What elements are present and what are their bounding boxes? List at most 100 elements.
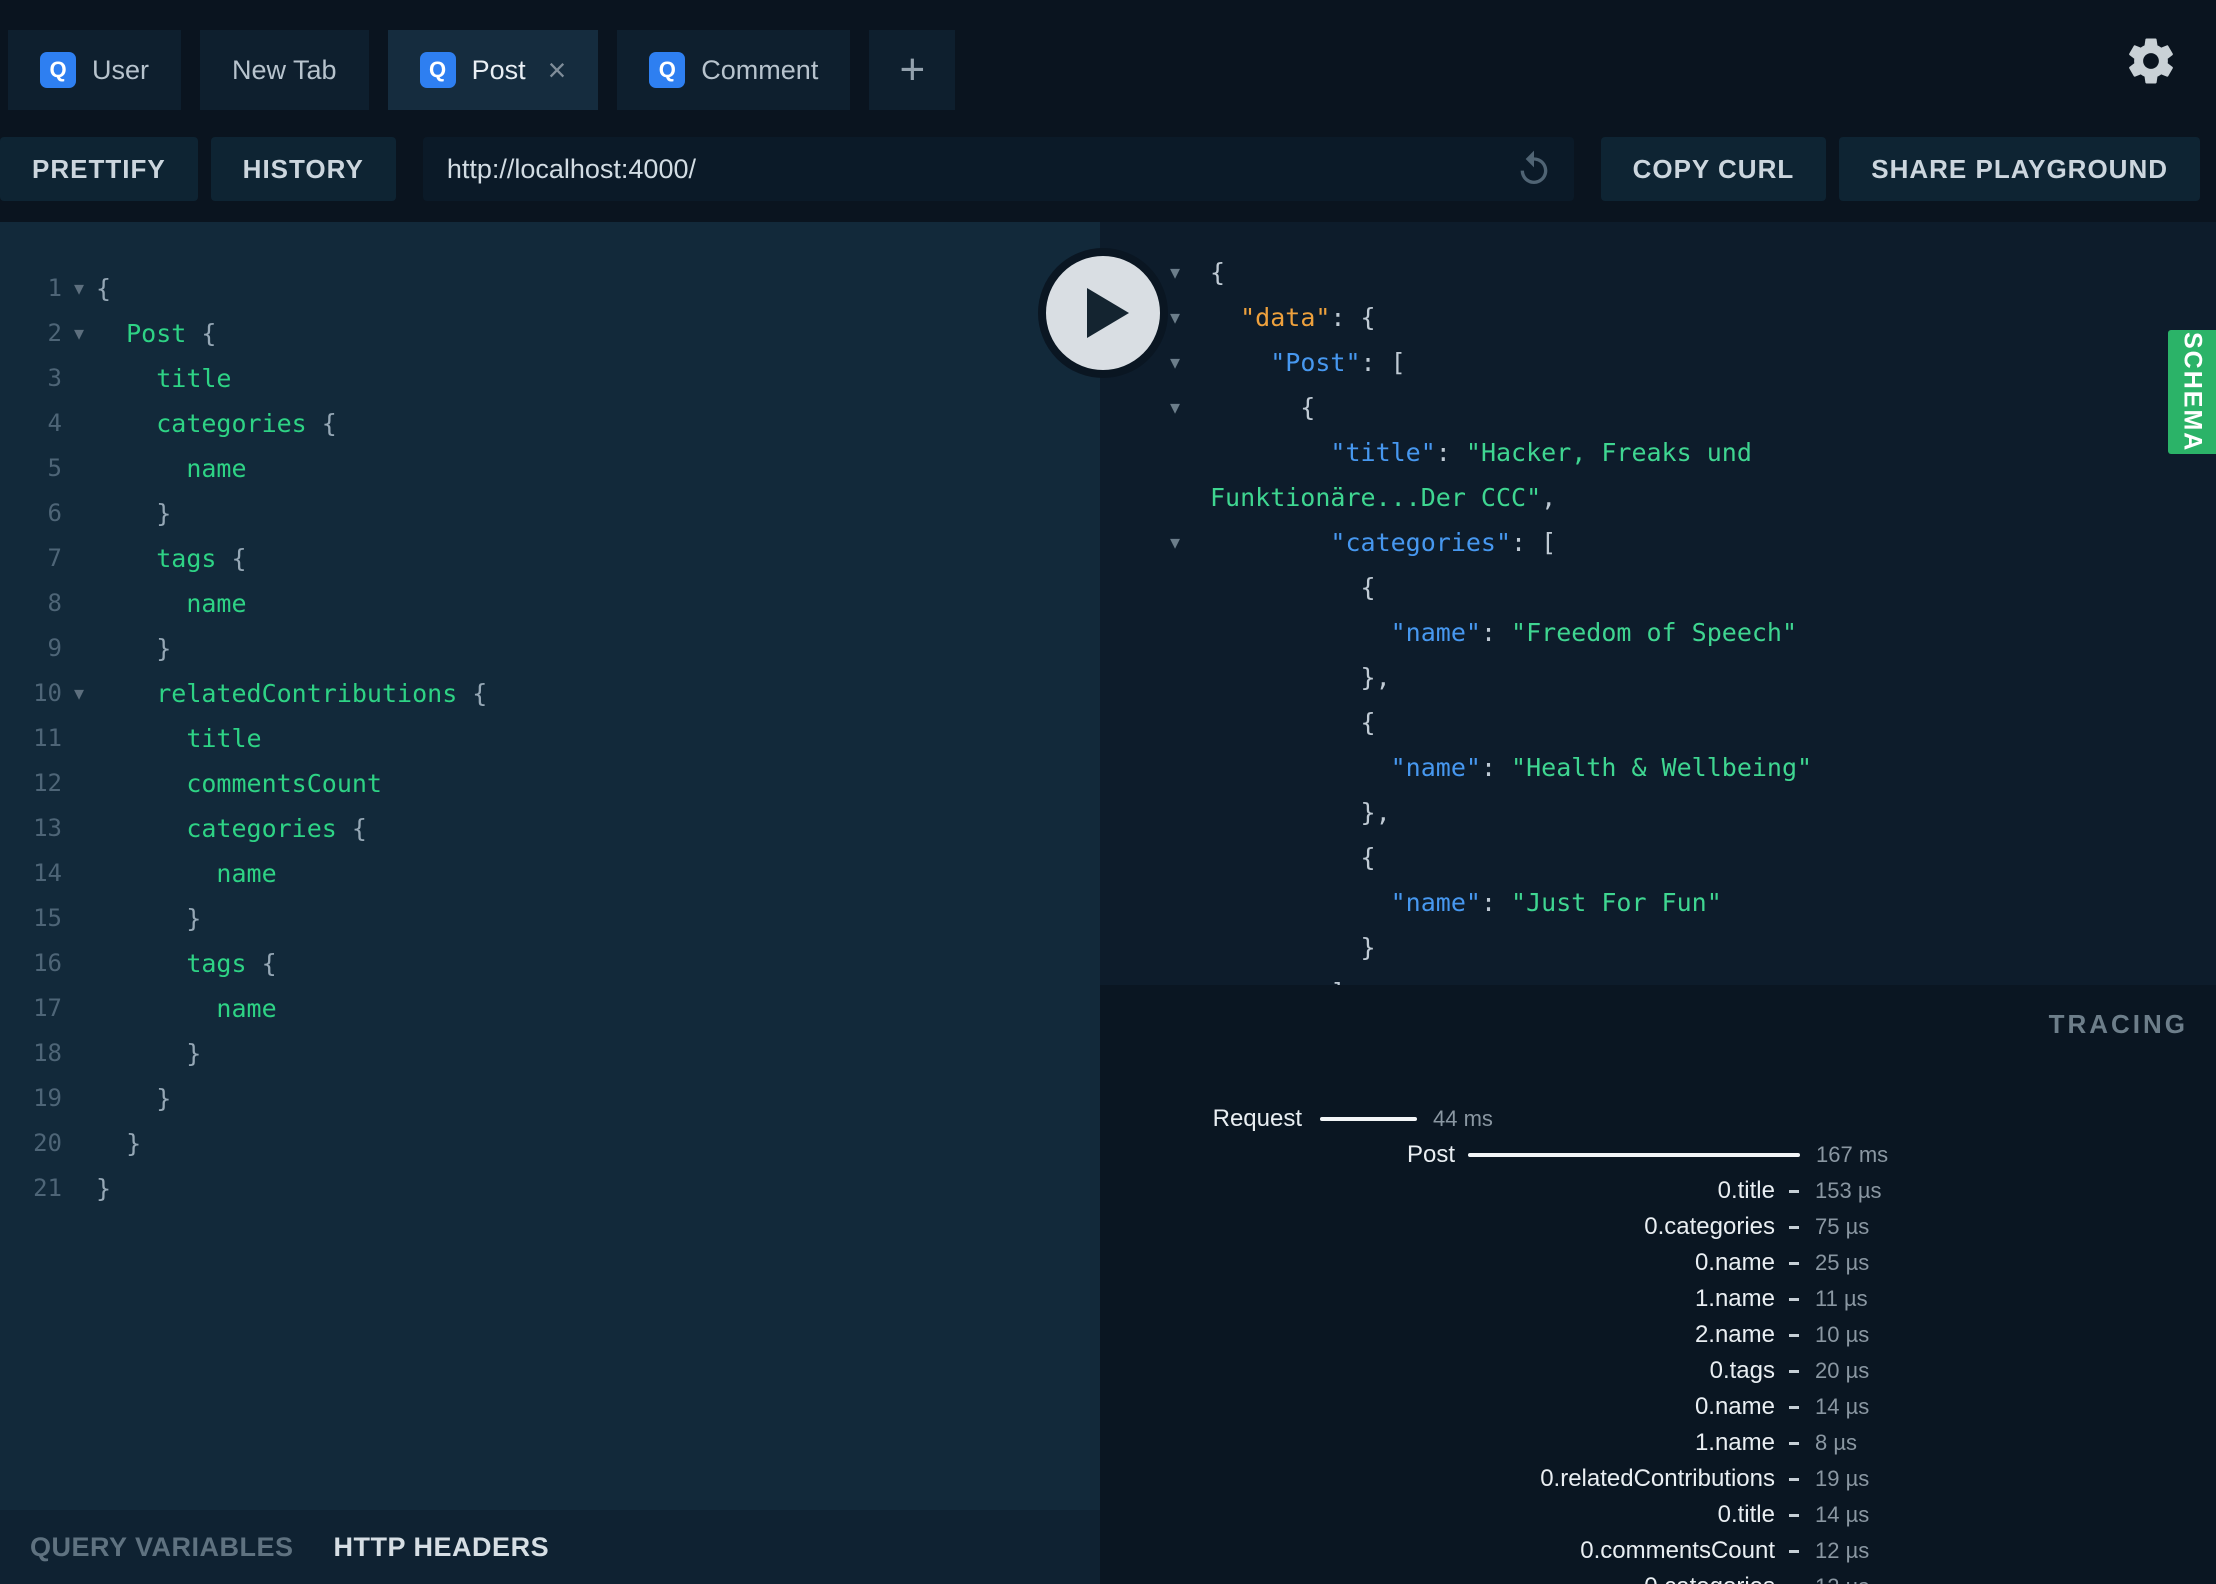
endpoint-url-input[interactable] (422, 137, 1574, 201)
fold-gutter (1166, 610, 1210, 655)
trace-row: 0.title 14 µs (1100, 1497, 2216, 1533)
response-line: "name": "Freedom of Speech" (1166, 610, 2216, 655)
tab-comment[interactable]: Q Comment (617, 30, 851, 110)
reload-icon[interactable] (1514, 149, 1554, 189)
token: "name" (1390, 888, 1481, 917)
code-text: { (1210, 565, 1376, 610)
code-text: Funktionäre...Der CCC", (1210, 475, 1556, 520)
line-number: 19 (33, 1084, 62, 1112)
code-text: { (96, 266, 111, 311)
graphql-playground-window: Q User New Tab Q Post × Q Comment + PRETTIFY HI… (0, 0, 2216, 1584)
query-variables-tab[interactable]: QUERY VARIABLES (30, 1532, 294, 1563)
token: }, (1210, 663, 1391, 692)
trace-row: 0.categories 12 µs (1100, 1569, 2216, 1584)
fold-gutter (62, 851, 96, 896)
editor-line: 11 title (0, 716, 1100, 761)
fold-arrow-icon[interactable]: ▾ (62, 311, 96, 356)
tab-new-tab[interactable]: New Tab (200, 30, 369, 110)
code-text: }, (1210, 655, 1391, 700)
token: }, (1210, 798, 1391, 827)
fold-gutter (1166, 565, 1210, 610)
code-text: "Post": [ (1210, 340, 1406, 385)
code-text: "title": "Hacker, Freaks und (1210, 430, 1751, 475)
http-headers-tab[interactable]: HTTP HEADERS (334, 1532, 550, 1563)
line-number: 9 (47, 634, 62, 662)
code-text: title (96, 356, 231, 401)
tracing-panel: TRACING Request 44 ms Post 167 ms 0.title 153… (1100, 985, 2216, 1584)
fold-gutter (62, 401, 96, 446)
query-editor-panel[interactable]: 1 ▾{2 ▾ Post {3 title 4 categories {5 name 6… (0, 222, 1100, 1510)
trace-field-label: 1.name (1694, 1429, 1775, 1456)
trace-row: 0.title 153 µs (1100, 1173, 2216, 1209)
fold-gutter (1166, 880, 1210, 925)
schema-tab[interactable]: SCHEMA (2168, 330, 2216, 454)
fold-gutter (62, 1031, 96, 1076)
editor-line: 12 commentsCount (0, 761, 1100, 806)
token: : (1480, 753, 1512, 782)
fold-arrow-icon[interactable]: ▾ (1166, 250, 1210, 295)
trace-span-label: Post (1406, 1141, 1455, 1168)
trace-duration-dash (1789, 1297, 1799, 1301)
trace-row: 1.name 11 µs (1100, 1281, 2216, 1317)
trace-duration-value: 14 µs (1815, 1394, 1870, 1419)
fold-arrow-icon[interactable]: ▾ (62, 671, 96, 716)
code-text: name (96, 446, 246, 491)
execute-query-button[interactable] (1038, 248, 1168, 378)
query-badge-icon: Q (649, 52, 686, 88)
close-tab-icon[interactable]: × (548, 54, 567, 86)
fold-arrow-icon[interactable]: ▾ (62, 266, 96, 311)
settings-gear-icon[interactable] (2124, 34, 2178, 88)
share-playground-button[interactable]: SHARE PLAYGROUND (1839, 137, 2200, 201)
fold-arrow-icon[interactable]: ▾ (1166, 340, 1210, 385)
add-tab-button[interactable]: + (869, 30, 956, 110)
token: : (1480, 618, 1512, 647)
copy-curl-button[interactable]: COPY CURL (1600, 137, 1827, 201)
fold-arrow-icon[interactable]: ▾ (1166, 520, 1210, 565)
token: Funktionäre...Der CCC" (1210, 483, 1542, 512)
trace-duration-dash (1789, 1441, 1799, 1445)
response-panel: ▾{▾ "data": {▾ "Post": [▾ { "title": "Ha… (1100, 222, 2216, 985)
token: } (96, 1039, 202, 1068)
line-number: 5 (47, 454, 62, 482)
editor-line: 21} (0, 1166, 1100, 1211)
response-line: }, (1166, 655, 2216, 700)
trace-field-label: 0.name (1694, 1249, 1775, 1276)
trace-duration-dash (1789, 1261, 1799, 1265)
token: { (1210, 393, 1316, 422)
code-text: { (1210, 250, 1225, 295)
trace-duration-dash (1789, 1549, 1799, 1553)
token: , (1541, 483, 1557, 512)
token: } (96, 499, 172, 528)
editor-line: 19 } (0, 1076, 1100, 1121)
fold-arrow-icon[interactable]: ▾ (1166, 295, 1210, 340)
fold-gutter (62, 1121, 96, 1166)
response-line: ▾ "Post": [ (1166, 340, 2216, 385)
line-number: 17 (33, 994, 62, 1022)
line-number: 7 (47, 544, 62, 572)
tab-post[interactable]: Q Post × (387, 30, 599, 110)
prettify-button[interactable]: PRETTIFY (0, 137, 198, 201)
token: : [ (1360, 348, 1406, 377)
token: } (96, 904, 202, 933)
line-number: 11 (33, 724, 62, 752)
tab-user[interactable]: Q User (8, 30, 182, 110)
token: relatedContributions (156, 679, 458, 708)
editor-line: 20 } (0, 1121, 1100, 1166)
trace-row: 0.name 25 µs (1100, 1245, 2216, 1281)
toolbar: PRETTIFY HISTORY COPY CURL SHARE PLAYGRO… (0, 137, 2216, 201)
response-line: { (1166, 565, 2216, 610)
fold-arrow-icon[interactable]: ▾ (1166, 385, 1210, 430)
token: "Post" (1270, 348, 1361, 377)
token: { (1210, 843, 1376, 872)
fold-gutter (62, 536, 96, 581)
trace-duration-bar (1468, 1153, 1800, 1157)
response-line: { (1166, 835, 2216, 880)
token: } (96, 1084, 172, 1113)
history-button[interactable]: HISTORY (210, 137, 396, 201)
editor-footer: QUERY VARIABLES HTTP HEADERS (0, 1510, 1100, 1584)
